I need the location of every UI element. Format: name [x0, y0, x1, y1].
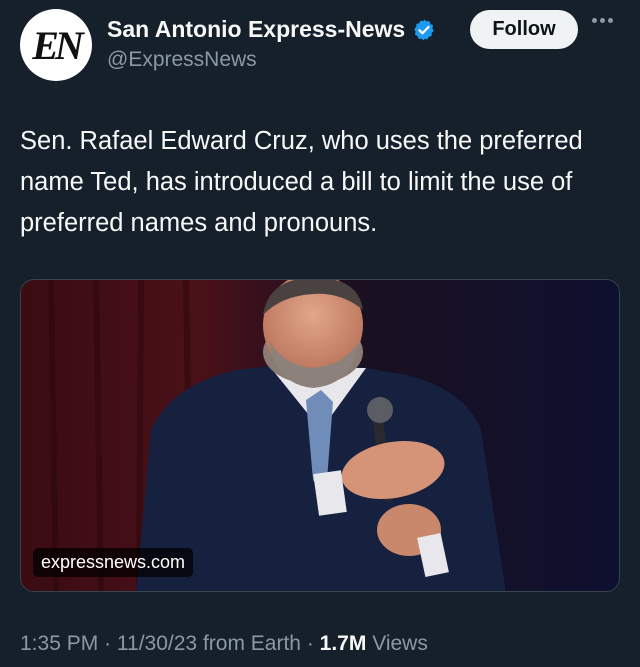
tweet-date[interactable]: 11/30/23 — [117, 632, 197, 655]
account-name[interactable]: San Antonio Express-News — [107, 16, 405, 43]
link-card-media[interactable]: expressnews.com — [20, 279, 620, 592]
account-handle[interactable]: @ExpressNews — [107, 48, 257, 72]
tweet-meta: 1:35 PM · 11/30/23 from Earth · 1.7M Vie… — [20, 632, 428, 656]
views-label: Views — [372, 632, 428, 655]
speaker-photo — [21, 280, 619, 591]
tweet-time[interactable]: 1:35 PM — [20, 632, 98, 655]
avatar[interactable]: EN — [20, 9, 92, 81]
verified-badge-icon — [412, 18, 436, 42]
meta-separator: · — [306, 632, 314, 655]
follow-button[interactable]: Follow — [470, 10, 578, 49]
account-name-row[interactable]: San Antonio Express-News — [107, 16, 436, 43]
more-dot — [600, 18, 605, 23]
tweet-card: EN San Antonio Express-News @ExpressNews… — [0, 0, 640, 667]
more-dot — [592, 18, 597, 23]
tweet-source: from Earth — [202, 632, 301, 655]
meta-separator: · — [104, 632, 112, 655]
more-dot — [608, 18, 613, 23]
link-domain-label[interactable]: expressnews.com — [33, 548, 194, 577]
views-count[interactable]: 1.7M — [320, 632, 367, 655]
tweet-text: Sen. Rafael Edward Cruz, who uses the pr… — [20, 127, 583, 237]
more-options-icon[interactable] — [592, 18, 613, 23]
avatar-logo-text: EN — [32, 22, 84, 68]
